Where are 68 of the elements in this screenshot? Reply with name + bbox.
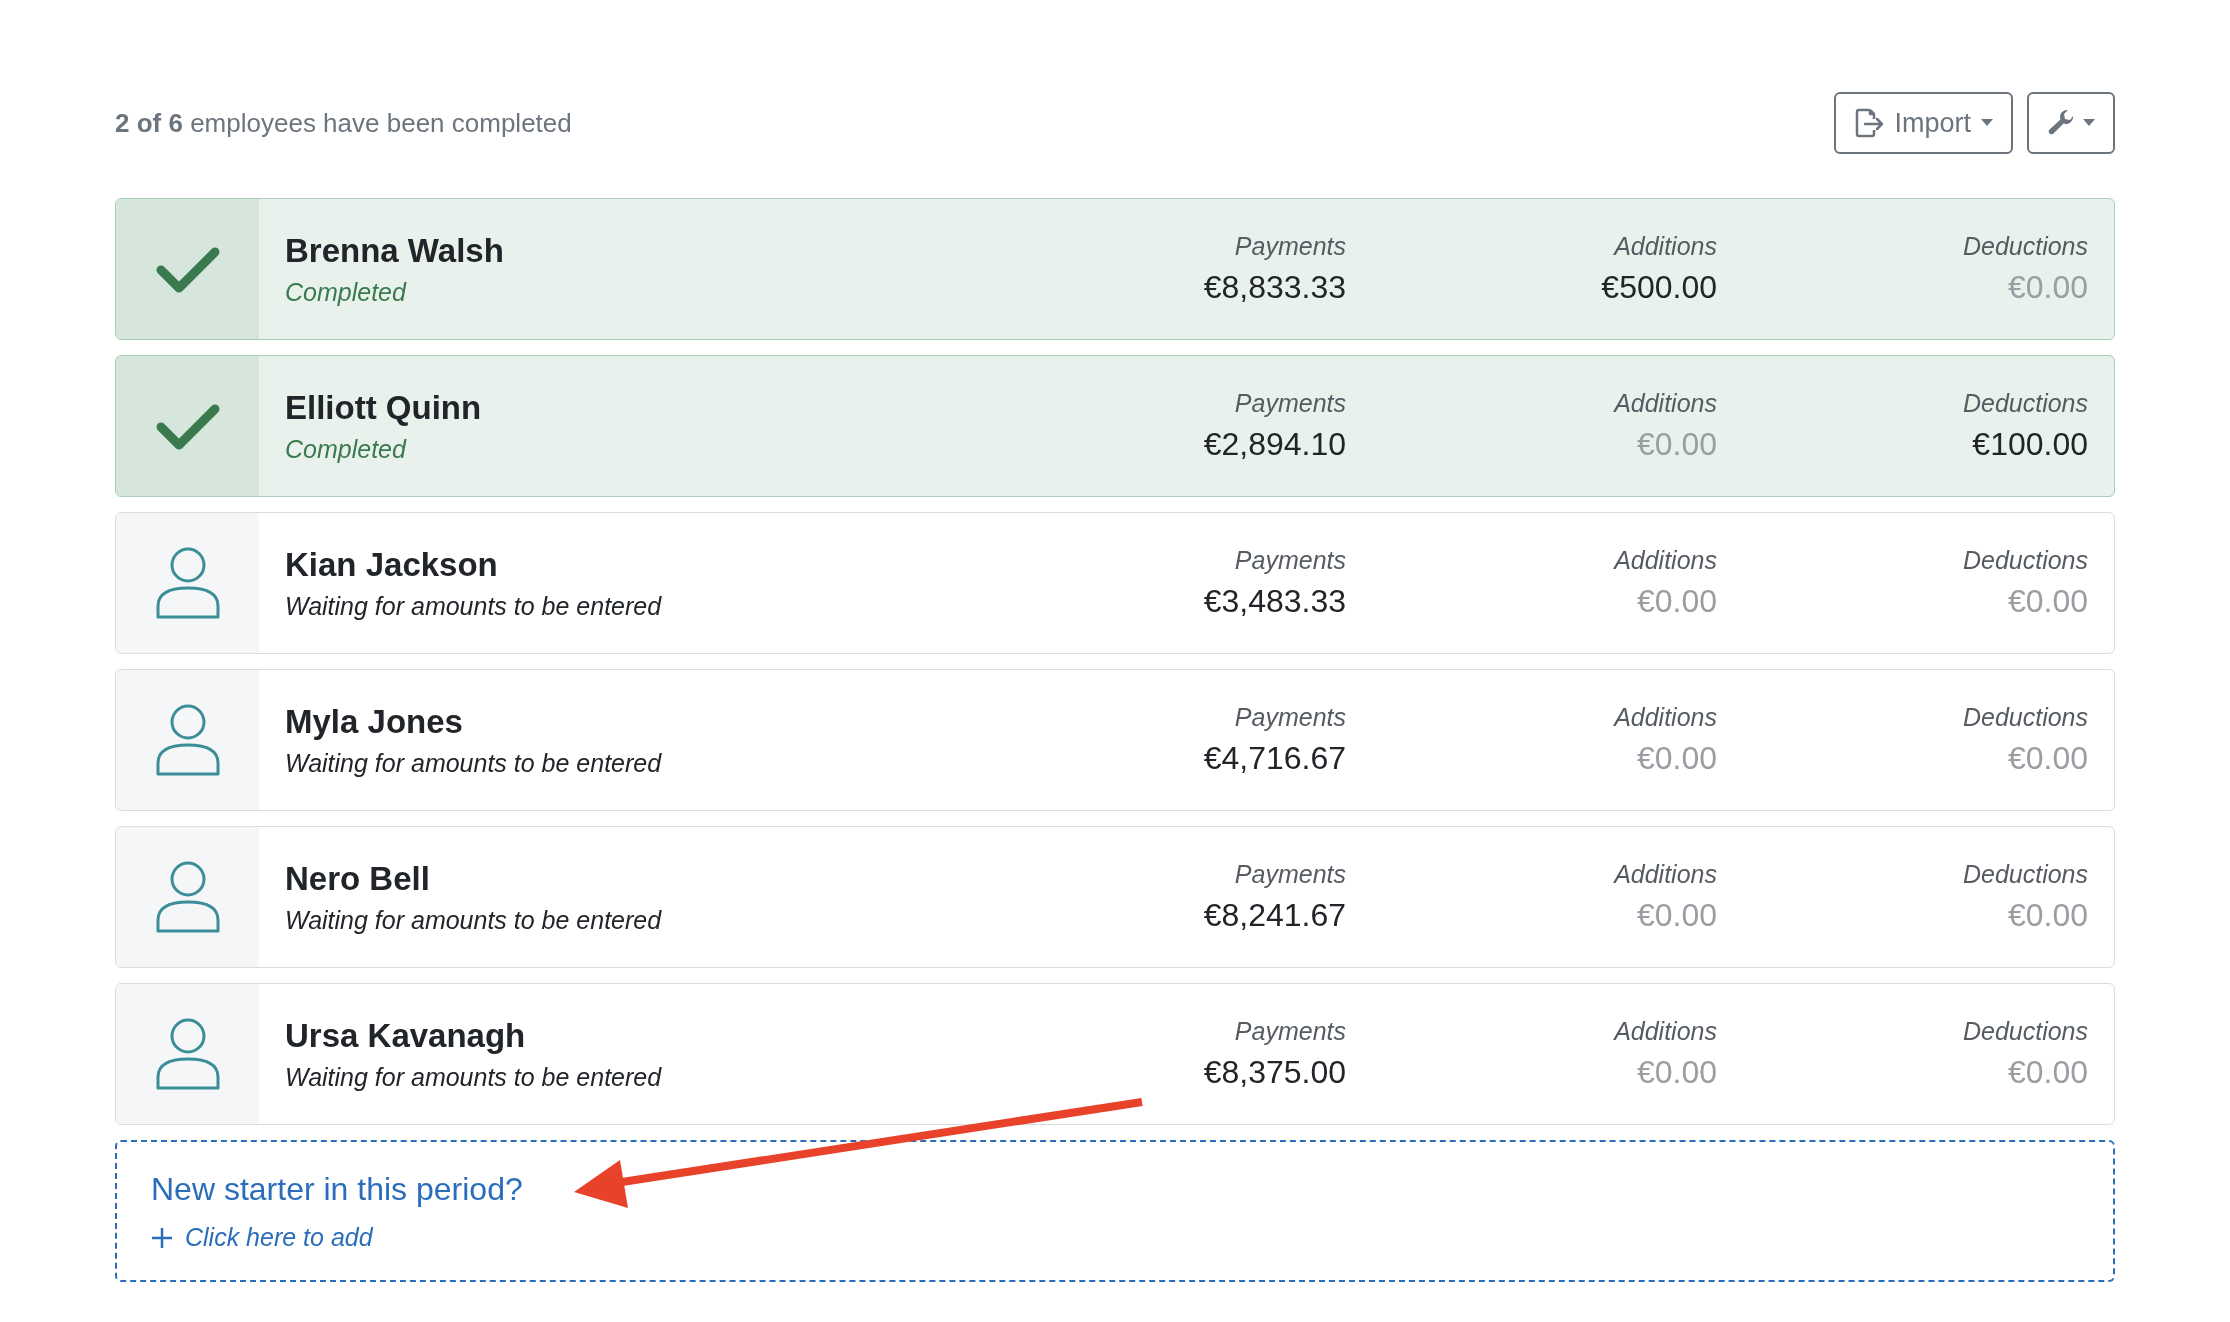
- amount-label: Deductions: [1962, 1016, 2088, 1048]
- employee-status: Waiting for amounts to be entered: [285, 748, 663, 779]
- employee-status: Waiting for amounts to be entered: [285, 591, 663, 622]
- amount-value: €3,483.33: [1203, 581, 1346, 621]
- amount-label: Additions: [1614, 1016, 1717, 1048]
- amount-label: Payments: [1234, 859, 1346, 891]
- employee-status: Completed: [285, 434, 408, 465]
- employee-status: Waiting for amounts to be entered: [285, 1062, 663, 1093]
- employee-card[interactable]: Nero Bell Waiting for amounts to be entered Payments €8,241.67 Additions €0.00 Deductions €0.00: [115, 826, 2115, 968]
- person-icon: [154, 703, 221, 777]
- amount-label: Payments: [1234, 702, 1346, 734]
- amount-label: Deductions: [1962, 231, 2088, 263]
- amount-value: €0.00: [1636, 424, 1717, 464]
- amount-value: €0.00: [2007, 581, 2088, 621]
- amount-label: Deductions: [1962, 702, 2088, 734]
- tools-button[interactable]: [2027, 92, 2115, 154]
- plus-icon: [151, 1227, 173, 1249]
- amount-label: Payments: [1234, 388, 1346, 420]
- employee-card[interactable]: Myla Jones Waiting for amounts to be entered Payments €4,716.67 Additions €0.00 Deductions €0.00: [115, 669, 2115, 811]
- amount-value: €2,894.10: [1203, 424, 1346, 464]
- amount-value: €0.00: [1636, 1052, 1717, 1092]
- amount-value: €0.00: [2007, 1052, 2088, 1092]
- person-icon: [154, 546, 221, 620]
- new-starter-title: New starter in this period?: [151, 1170, 523, 1210]
- amount-value: €8,241.67: [1203, 895, 1346, 935]
- amount-label: Additions: [1614, 859, 1717, 891]
- amount-label: Additions: [1614, 388, 1717, 420]
- amount-value: €0.00: [2007, 267, 2088, 307]
- amount-label: Deductions: [1962, 388, 2088, 420]
- amount-value: €500.00: [1601, 267, 1717, 307]
- employee-status: Completed: [285, 277, 408, 308]
- caret-icon: [1981, 119, 1993, 127]
- caret-icon: [2083, 119, 2095, 127]
- employee-name: Kian Jackson: [285, 544, 499, 585]
- employee-name: Nero Bell: [285, 858, 431, 899]
- add-link[interactable]: Click here to add: [151, 1219, 373, 1257]
- amount-label: Additions: [1614, 545, 1717, 577]
- employee-name: Brenna Walsh: [285, 230, 505, 271]
- amount-value: €0.00: [1636, 895, 1717, 935]
- amount-label: Payments: [1234, 231, 1346, 263]
- amount-label: Payments: [1234, 1016, 1346, 1048]
- amount-value: €0.00: [1636, 738, 1717, 778]
- wrench-icon: [2047, 109, 2075, 137]
- employee-card[interactable]: Kian Jackson Waiting for amounts to be entered Payments €3,483.33 Additions €0.00 Deductions €0.00: [115, 512, 2115, 654]
- amount-value: €8,375.00: [1203, 1052, 1346, 1092]
- employee-name: Myla Jones: [285, 701, 464, 742]
- employee-status: Waiting for amounts to be entered: [285, 905, 663, 936]
- amount-label: Additions: [1614, 231, 1717, 263]
- amount-value: €0.00: [2007, 738, 2088, 778]
- employee-name: Ursa Kavanagh: [285, 1015, 527, 1056]
- employee-card[interactable]: Brenna Walsh Completed Payments €8,833.33 Additions €500.00 Deductions €0.00: [115, 198, 2115, 340]
- completion-summary: 2 of 6 employees have been completed: [115, 106, 572, 140]
- amount-label: Deductions: [1962, 545, 2088, 577]
- employee-card[interactable]: Elliott Quinn Completed Payments €2,894.10 Additions €0.00 Deductions €100.00: [115, 355, 2115, 497]
- amount-value: €8,833.33: [1203, 267, 1346, 307]
- employee-card[interactable]: Ursa Kavanagh Waiting for amounts to be entered Payments €8,375.00 Additions €0.00 Deductions €0.00: [115, 983, 2115, 1125]
- amount-value: €0.00: [2007, 895, 2088, 935]
- person-icon: [154, 860, 221, 934]
- amount-label: Additions: [1614, 702, 1717, 734]
- person-icon: [154, 1017, 221, 1091]
- amount-label: Payments: [1234, 545, 1346, 577]
- amount-value: €100.00: [1972, 424, 2088, 464]
- amount-value: €4,716.67: [1203, 738, 1346, 778]
- import-button[interactable]: Import: [1834, 92, 2013, 154]
- file-export-icon: [1854, 107, 1885, 139]
- amount-label: Deductions: [1962, 859, 2088, 891]
- employee-name: Elliott Quinn: [285, 387, 483, 428]
- amount-value: €0.00: [1636, 581, 1717, 621]
